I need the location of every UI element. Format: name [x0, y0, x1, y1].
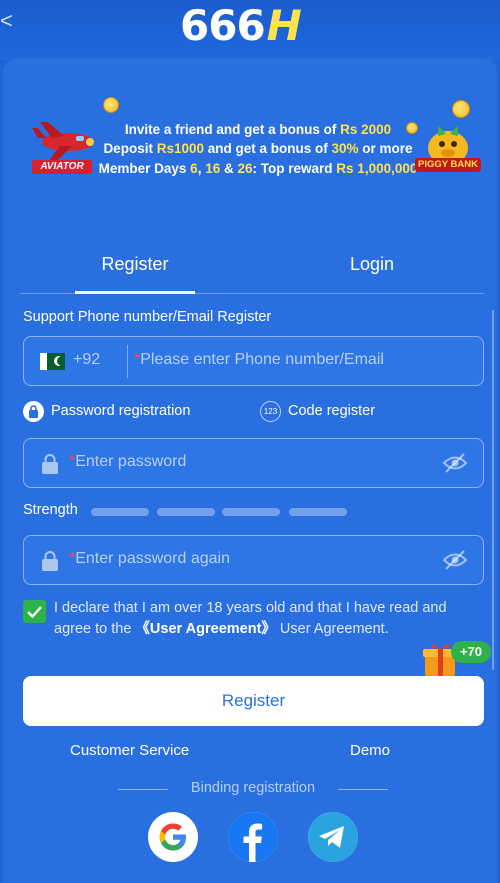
back-arrow-icon[interactable]: <: [0, 10, 16, 32]
user-agreement-link[interactable]: 《User Agreement》: [135, 621, 275, 637]
bonus-badge: +70: [451, 641, 491, 663]
register-button[interactable]: Register: [23, 676, 484, 726]
agreement-row: I declare that I am over 18 years old an…: [23, 598, 484, 642]
code-123-icon: 123: [260, 400, 281, 422]
lock-icon: [42, 551, 58, 571]
lock-icon: [23, 400, 44, 422]
tab-register[interactable]: Register: [75, 245, 195, 293]
facebook-icon: [228, 812, 278, 862]
phone-email-field[interactable]: +92 *Please enter Phone number/Email: [23, 336, 484, 386]
checkmark-icon: [27, 605, 42, 618]
section-label: Support Phone number/Email Register: [23, 309, 272, 325]
customer-service-link[interactable]: Customer Service: [70, 742, 189, 759]
agreement-text-suffix: User Agreement.: [275, 621, 389, 637]
code-register-option[interactable]: 123 Code register: [260, 400, 375, 422]
binding-registration-label: Binding registration: [190, 780, 316, 796]
registration-mode-row: Password registration 123 Code register: [23, 400, 484, 424]
field-separator: [127, 345, 128, 378]
telegram-login-button[interactable]: [308, 812, 358, 862]
password-strength: Strength: [23, 502, 484, 522]
tabs-divider: [20, 293, 484, 294]
confirm-password-input[interactable]: *Enter password again: [69, 550, 230, 568]
code-register-label: Code register: [288, 403, 376, 419]
password-registration-option[interactable]: Password registration: [23, 400, 190, 422]
strength-label: Strength: [23, 502, 78, 518]
strength-segment: [289, 508, 347, 516]
eye-hidden-icon[interactable]: [442, 549, 468, 571]
telegram-icon: [308, 812, 358, 862]
pakistan-flag-icon: [40, 353, 65, 370]
google-login-button[interactable]: [148, 812, 198, 862]
coin-icon: [103, 97, 119, 113]
auth-tabs: Register Login: [20, 245, 484, 295]
piggy-bank-label: PIGGY BANK: [415, 158, 481, 172]
divider-line: [338, 789, 388, 790]
strength-segment: [222, 508, 280, 516]
google-icon: [159, 823, 186, 851]
phone-email-input[interactable]: *Please enter Phone number/Email: [134, 351, 384, 369]
lock-icon: [42, 454, 58, 474]
phone-email-placeholder: Please enter Phone number/Email: [140, 351, 384, 368]
password-input[interactable]: *Enter password: [69, 453, 186, 471]
confirm-password-field[interactable]: *Enter password again: [23, 535, 484, 585]
strength-segment: [91, 508, 149, 516]
coin-icon: [452, 100, 470, 118]
country-code[interactable]: +92: [73, 351, 100, 369]
demo-link[interactable]: Demo: [350, 742, 390, 759]
confirm-password-placeholder: Enter password again: [75, 550, 230, 567]
password-registration-label: Password registration: [51, 403, 191, 419]
tab-login[interactable]: Login: [312, 245, 432, 293]
facebook-login-button[interactable]: [228, 812, 278, 862]
agree-checkbox[interactable]: [23, 600, 46, 623]
binding-registration-row: Binding registration: [118, 780, 388, 800]
password-placeholder: Enter password: [75, 453, 187, 470]
brand-logo: 666 H: [180, 0, 330, 50]
strength-segment: [157, 508, 215, 516]
scrollbar[interactable]: [492, 310, 494, 670]
password-field[interactable]: *Enter password: [23, 438, 484, 488]
agreement-text: I declare that I am over 18 years old an…: [54, 598, 484, 640]
logo-letter: H: [266, 0, 302, 50]
eye-hidden-icon[interactable]: [442, 452, 468, 474]
logo-digits: 666: [180, 0, 266, 50]
